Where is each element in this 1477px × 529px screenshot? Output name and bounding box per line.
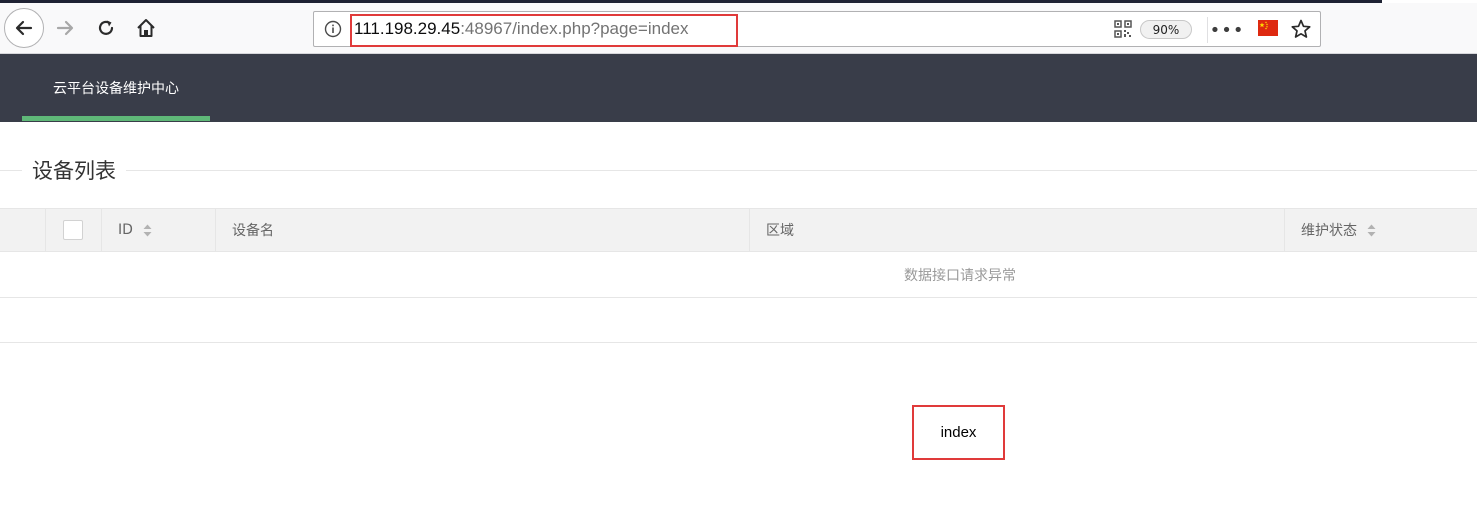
browser-toolbar: 111.198.29.45:48967/index.php?page=index… <box>0 3 1477 54</box>
reload-button[interactable] <box>86 8 126 48</box>
column-header-name: 设备名 <box>215 209 750 251</box>
column-header-area: 区域 <box>749 209 1285 251</box>
select-all-checkbox[interactable] <box>63 220 83 240</box>
url-bar-separator <box>1207 17 1208 43</box>
home-button[interactable] <box>126 8 166 48</box>
sort-icon[interactable] <box>1367 224 1376 237</box>
table-header: ID 设备名 区域 维护状态 <box>0 208 1477 252</box>
more-icon[interactable]: ••• <box>1210 17 1244 43</box>
zoom-level-button[interactable]: 90% <box>1140 20 1192 39</box>
sort-icon[interactable] <box>143 224 152 237</box>
section-title: 设备列表 <box>22 156 126 186</box>
column-label-id: ID <box>118 222 133 238</box>
back-icon <box>15 20 33 36</box>
reload-icon <box>98 20 114 35</box>
back-button[interactable] <box>4 8 44 48</box>
column-label-status: 维护状态 <box>1301 223 1357 239</box>
column-label-name: 设备名 <box>232 223 274 239</box>
info-icon[interactable] <box>324 20 342 38</box>
url-bar[interactable]: 111.198.29.45:48967/index.php?page=index… <box>313 11 1321 47</box>
nav-item-home[interactable]: 云平台设备维护中心 <box>22 54 210 122</box>
forward-button[interactable] <box>45 8 85 48</box>
column-header-id[interactable]: ID <box>101 209 216 251</box>
table-bottom-divider <box>0 342 1477 343</box>
app-header: 云平台设备维护中心 <box>0 54 1477 122</box>
table-row-divider <box>0 297 1477 298</box>
qr-code-icon[interactable] <box>1114 20 1132 38</box>
table-empty-message: 数据接口请求异常 <box>904 267 1016 284</box>
fieldset-divider <box>0 170 1477 171</box>
forward-icon <box>56 20 74 36</box>
page-output-box: index <box>912 405 1005 460</box>
column-label-area: 区域 <box>766 223 794 239</box>
bookmark-star-icon[interactable] <box>1290 18 1312 40</box>
url-highlight-box <box>350 14 738 47</box>
header-checkbox-cell <box>45 209 102 251</box>
nav-active-indicator <box>22 116 210 121</box>
china-flag-icon[interactable] <box>1258 20 1278 36</box>
column-header-status[interactable]: 维护状态 <box>1284 209 1477 251</box>
home-icon <box>137 19 155 37</box>
